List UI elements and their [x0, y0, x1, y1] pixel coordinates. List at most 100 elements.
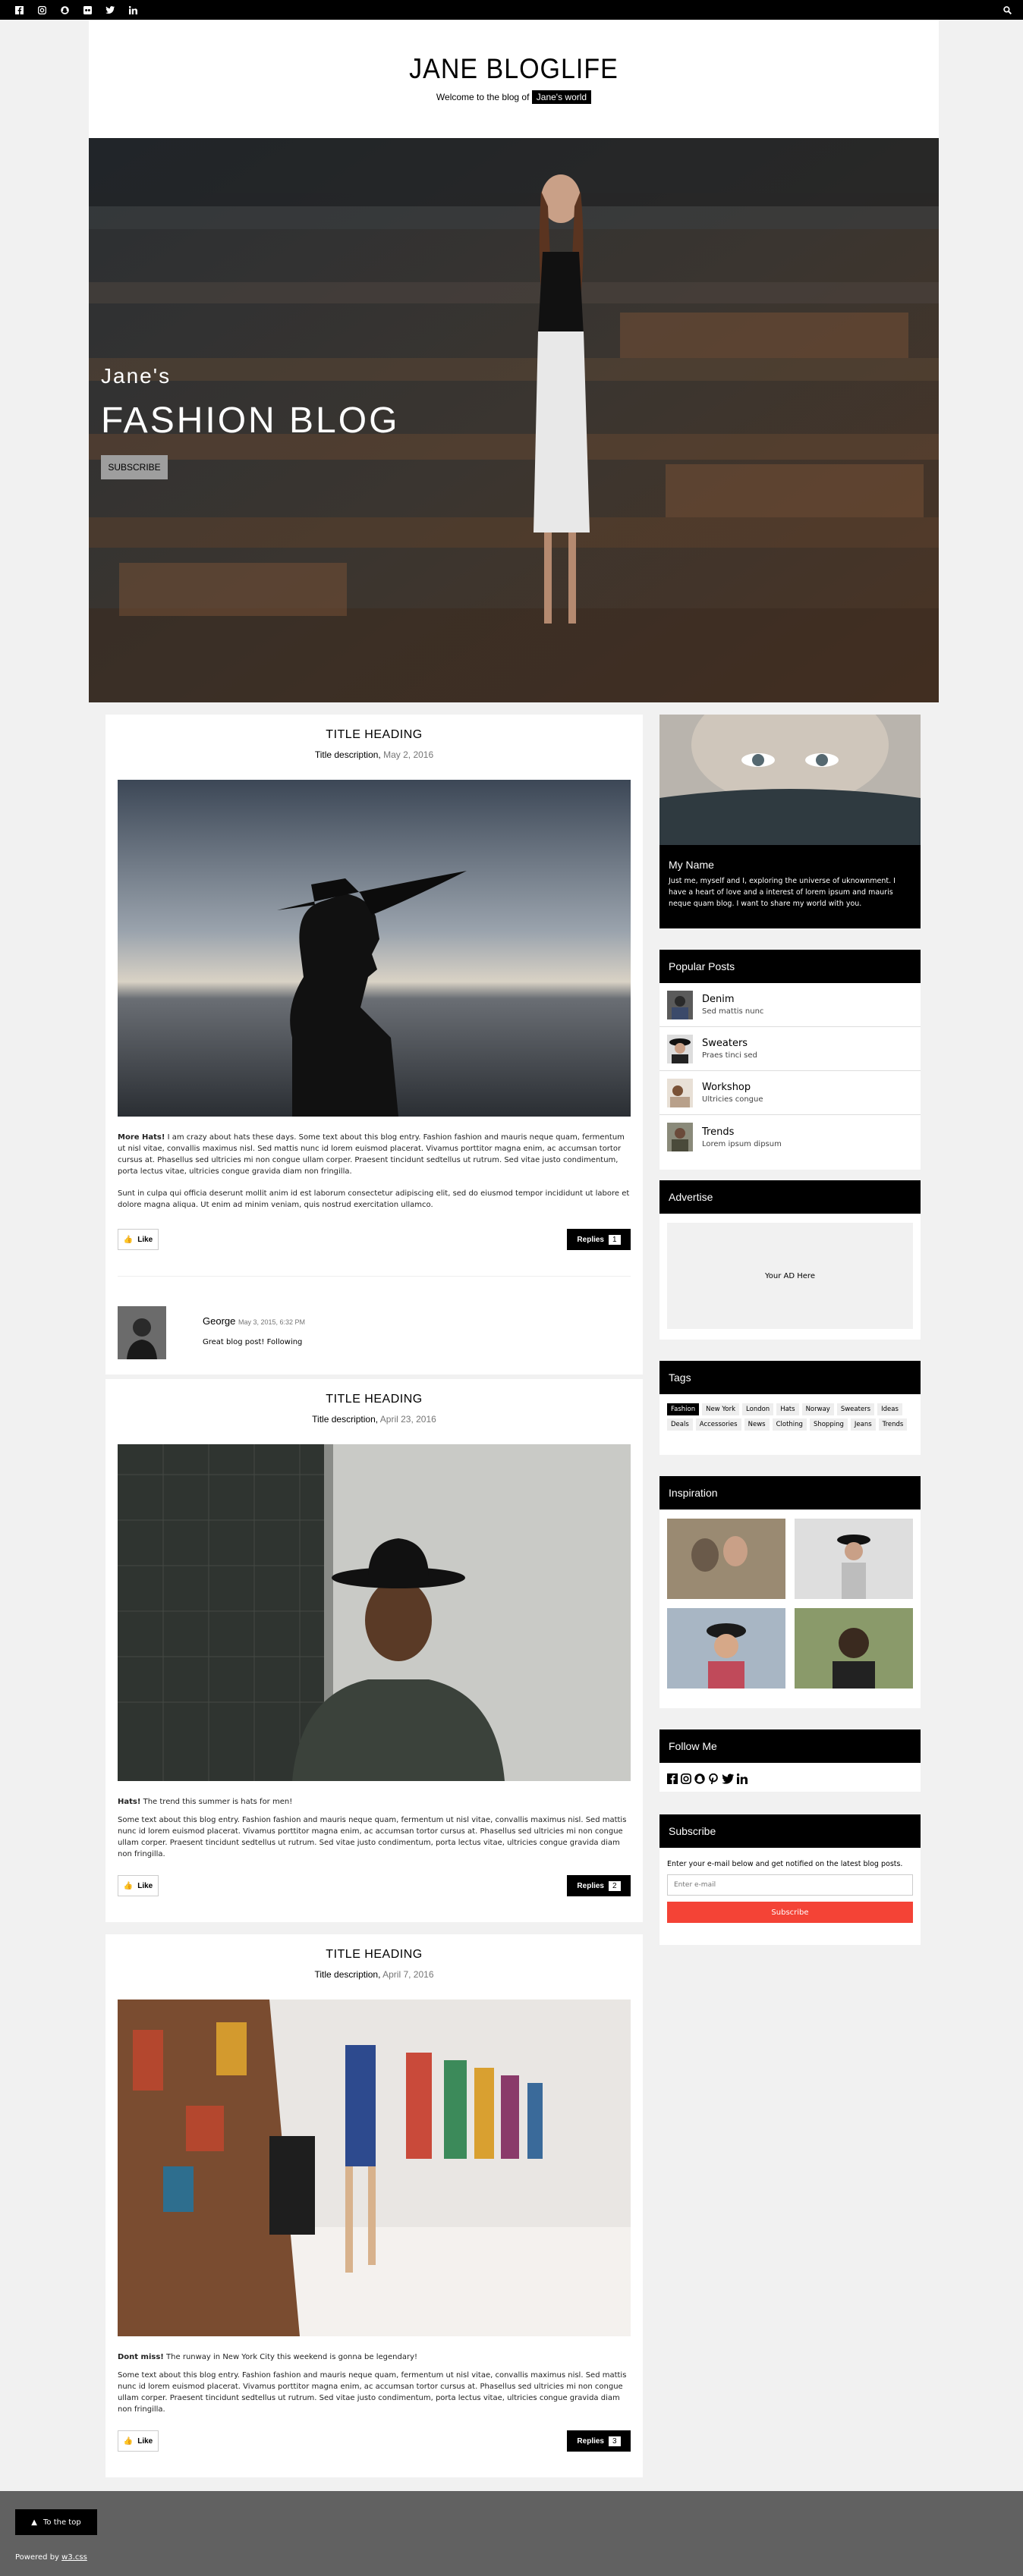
list-item[interactable]: Trends Lorem ipsum dipsum	[659, 1115, 921, 1159]
to-top-button[interactable]: ▲ To the top	[15, 2509, 97, 2535]
tag[interactable]: Deals	[667, 1418, 693, 1431]
tag[interactable]: Accessories	[695, 1418, 741, 1431]
tag[interactable]: Trends	[878, 1418, 908, 1431]
comment-header: George May 3, 2015, 6:32 PM	[203, 1315, 305, 1327]
list-item-sub: Sed mattis nunc	[702, 1007, 764, 1016]
page-container: JANE BLOGLIFE Welcome to the blog of Jan…	[89, 20, 939, 2491]
thumbs-up-icon: 👍	[123, 2436, 134, 2446]
list-item-title: Workshop	[702, 1082, 751, 1093]
search-icon[interactable]	[996, 0, 1018, 20]
subscribe-button[interactable]: Subscribe	[667, 1902, 913, 1923]
post-description: Title description, May 2, 2016	[105, 749, 643, 760]
hero-banner: Jane's FASHION BLOG SUBSCRIBE	[89, 138, 939, 702]
powered-link[interactable]: w3.css	[61, 2553, 87, 2562]
snapchat-icon[interactable]	[53, 0, 76, 20]
profile-image	[659, 715, 921, 845]
tag[interactable]: Shopping	[809, 1418, 848, 1431]
facebook-icon[interactable]	[8, 0, 30, 20]
list-item[interactable]: Workshop Ultricies congue	[659, 1071, 921, 1115]
post-intro: Hats! The trend this summer is hats for …	[118, 1796, 631, 1808]
tag[interactable]: Sweaters	[836, 1403, 875, 1415]
post-body: Some text about this blog entry. Fashion…	[118, 1816, 627, 1858]
tag[interactable]: Clothing	[772, 1418, 807, 1431]
post-body: Some text about this blog entry. Fashion…	[118, 2371, 627, 2414]
like-button[interactable]: 👍 Like	[118, 1229, 159, 1250]
blog-post: TITLE HEADING Title description, April 2…	[105, 1379, 643, 1922]
post-title: TITLE HEADING	[326, 728, 423, 741]
reply-count: 3	[609, 2436, 621, 2446]
follow-icons	[659, 1763, 921, 1795]
blog-post: TITLE HEADING Title description, May 2, …	[105, 715, 643, 1374]
tag[interactable]: News	[744, 1418, 770, 1431]
reply-count: 2	[609, 1880, 621, 1891]
powered-by: Powered by w3.css	[15, 2553, 87, 2562]
flickr-icon[interactable]	[76, 0, 99, 20]
post-desc-label: Title description,	[314, 1969, 381, 1980]
ad-text: Your AD Here	[765, 1271, 815, 1280]
popular-posts-title: Popular Posts	[659, 950, 921, 983]
tag[interactable]: Norway	[801, 1403, 834, 1415]
tag[interactable]: Hats	[776, 1403, 799, 1415]
subscribe-card: Subscribe Enter your e-mail below and ge…	[659, 1814, 921, 1945]
about-name: My Name	[669, 859, 714, 871]
snapchat-icon[interactable]	[694, 1773, 705, 1784]
tagline-prefix: Welcome to the blog of	[436, 92, 530, 102]
ad-slot[interactable]: Your AD Here	[667, 1223, 913, 1329]
thumbnail	[667, 1034, 693, 1063]
footer: ▲ To the top Powered by w3.css	[0, 2491, 1023, 2576]
tag[interactable]: Fashion	[667, 1403, 700, 1415]
hero-subscribe-button[interactable]: SUBSCRIBE	[101, 455, 168, 479]
tagline-highlight: Jane's world	[531, 90, 592, 104]
post-image	[118, 780, 631, 1117]
email-field[interactable]	[667, 1874, 913, 1896]
replies-label: Replies	[577, 1881, 604, 1890]
replies-button[interactable]: Replies 3	[567, 2430, 631, 2452]
post-body: Sunt in culpa qui officia deserunt molli…	[118, 1189, 630, 1209]
post-intro-text: The trend this summer is hats for men!	[140, 1798, 293, 1806]
advertise-title: Advertise	[659, 1180, 921, 1214]
replies-label: Replies	[577, 1235, 604, 1244]
tag[interactable]: Ideas	[877, 1403, 902, 1415]
subscribe-text: Enter your e-mail below and get notified…	[667, 1860, 903, 1868]
comment-date: May 3, 2015, 6:32 PM	[238, 1318, 306, 1326]
list-item[interactable]: Sweaters Praes tinci sed	[659, 1027, 921, 1071]
replies-button[interactable]: Replies 1	[567, 1229, 631, 1250]
thumbnail	[667, 990, 693, 1019]
like-button[interactable]: 👍 Like	[118, 1875, 159, 1896]
linkedin-icon[interactable]	[737, 1773, 748, 1784]
tag[interactable]: London	[742, 1403, 774, 1415]
instagram-icon[interactable]	[681, 1773, 691, 1784]
instagram-icon[interactable]	[30, 0, 53, 20]
powered-prefix: Powered by	[15, 2553, 59, 2562]
site-title: JANE BLOGLIFE	[409, 53, 619, 85]
hero-title: FASHION BLOG	[101, 401, 400, 441]
post-intro: Dont miss! The runway in New York City t…	[118, 2351, 631, 2363]
tag[interactable]: New York	[702, 1403, 740, 1415]
like-label: Like	[137, 2436, 153, 2446]
arrow-up-icon: ▲	[31, 2518, 37, 2527]
tag[interactable]: Jeans	[850, 1418, 876, 1431]
about-card: My Name Just me, myself and I, exploring…	[659, 715, 921, 928]
list-item[interactable]: Denim Sed mattis nunc	[659, 983, 921, 1027]
pinterest-icon[interactable]	[708, 1773, 719, 1784]
avatar	[118, 1306, 166, 1359]
like-label: Like	[137, 1881, 153, 1890]
like-button[interactable]: 👍 Like	[118, 2430, 159, 2452]
comment-author: George	[203, 1315, 236, 1327]
list-item-title: Denim	[702, 994, 735, 1005]
replies-button[interactable]: Replies 2	[567, 1875, 631, 1896]
twitter-icon[interactable]	[99, 0, 121, 20]
twitter-icon[interactable]	[722, 1773, 734, 1784]
post-image	[118, 1444, 631, 1781]
hero-pretitle: Jane's	[101, 364, 172, 388]
post-title: TITLE HEADING	[326, 1393, 423, 1406]
post-date: April 23, 2016	[379, 1414, 436, 1425]
site-tagline: Welcome to the blog of Jane's world	[89, 90, 939, 104]
about-text: Just me, myself and I, exploring the uni…	[669, 877, 896, 908]
linkedin-icon[interactable]	[121, 0, 144, 20]
popular-posts: Popular Posts Denim Sed mattis nunc Sweat…	[659, 950, 921, 1170]
post-description: Title description, April 23, 2016	[105, 1414, 643, 1425]
blog-post: TITLE HEADING Title description, April 7…	[105, 1934, 643, 2477]
to-top-label: To the top	[43, 2518, 81, 2527]
facebook-icon[interactable]	[667, 1773, 678, 1784]
